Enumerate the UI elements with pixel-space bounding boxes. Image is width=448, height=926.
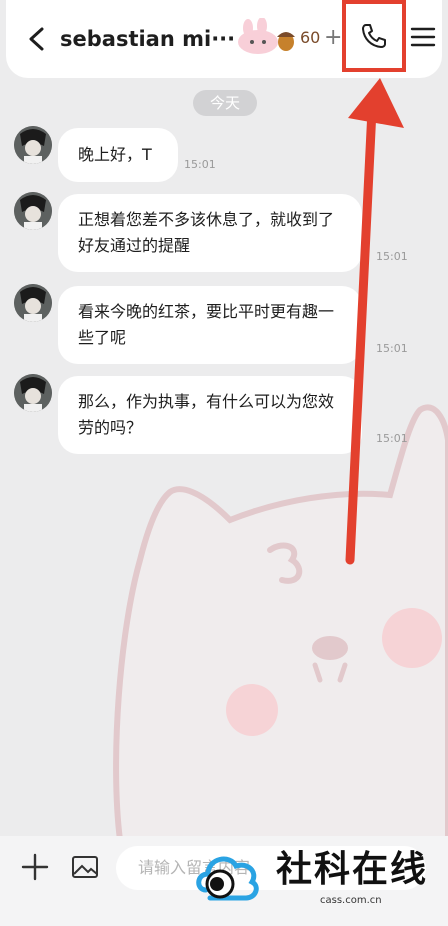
- bunny-icon: [238, 18, 295, 54]
- message-bubble: 正想着您差不多该休息了，就收到了好友通过的提醒: [58, 194, 362, 272]
- message-bubble: 晚上好，T: [58, 128, 178, 182]
- image-icon[interactable]: [70, 852, 100, 882]
- voice-call-button[interactable]: [342, 0, 406, 72]
- acorn-icon: [277, 32, 295, 51]
- chat-header: sebastian mi··· 60 +: [6, 0, 442, 78]
- add-icon[interactable]: [20, 852, 50, 882]
- contact-name[interactable]: sebastian mi···: [60, 22, 236, 56]
- cloud-eye-logo-icon: [196, 856, 259, 901]
- message-bubble: 看来今晚的红茶，要比平时更有趣一些了呢: [58, 286, 362, 364]
- plus-icon[interactable]: +: [324, 26, 342, 50]
- avatar[interactable]: [14, 284, 52, 322]
- watermark-title: 社科在线: [276, 849, 429, 890]
- watermark: 社科在线 cass.com.cn: [196, 846, 446, 916]
- menu-icon[interactable]: [408, 22, 438, 52]
- avatar[interactable]: [14, 192, 52, 230]
- phone-icon: [362, 24, 386, 48]
- message-bubble: 那么，作为执事，有什么可以为您效劳的吗？: [58, 376, 362, 454]
- back-arrow-icon[interactable]: [20, 22, 54, 56]
- avatar[interactable]: [14, 126, 52, 164]
- points-value: 60: [300, 28, 321, 47]
- avatar[interactable]: [14, 374, 52, 412]
- date-divider: 今天: [193, 90, 257, 116]
- message-time: 15:01: [184, 158, 216, 171]
- points-chip[interactable]: 60 +: [236, 18, 346, 58]
- annotation-arrow: [345, 78, 404, 565]
- watermark-subtitle: cass.com.cn: [320, 895, 382, 906]
